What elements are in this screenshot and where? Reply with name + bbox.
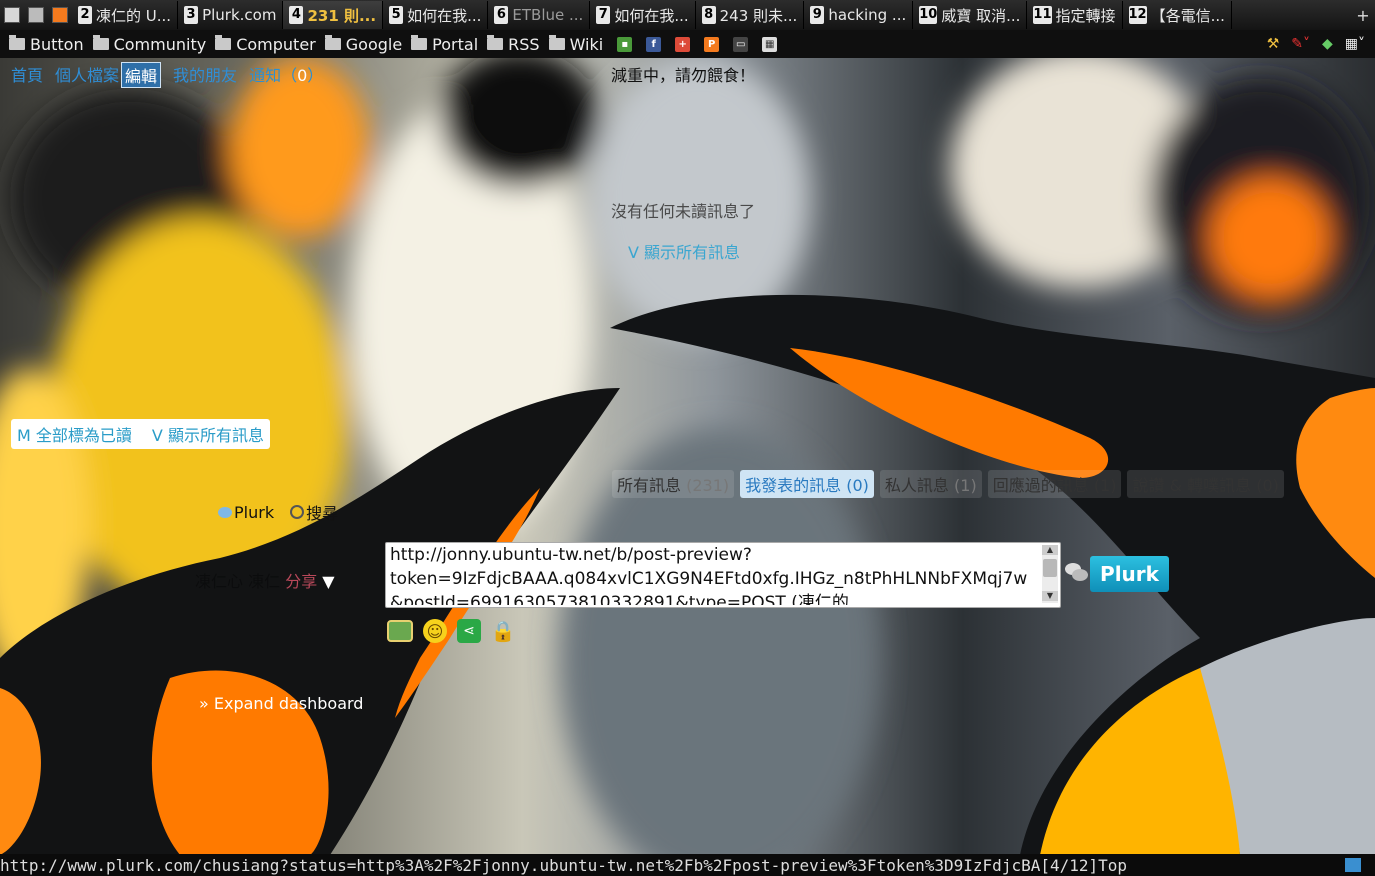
message-filter-tabs: 所有訊息 (231) 我發表的訊息 (0) 私人訊息 (1) 回應過的訊息 (1… bbox=[612, 470, 1284, 498]
status-indicator-icon bbox=[1345, 858, 1361, 872]
filter-responded[interactable]: 回應過的訊息 (1) bbox=[987, 470, 1122, 498]
tab-3-active[interactable]: 4 231 則... bbox=[283, 1, 384, 29]
plurk-tab[interactable]: Plurk bbox=[218, 500, 274, 524]
filter-all[interactable]: 所有訊息 (231) bbox=[612, 470, 735, 498]
tab-1[interactable]: 2 凍仁的 U... bbox=[72, 1, 179, 29]
folder-icon bbox=[92, 35, 109, 50]
textarea-scrollbar[interactable]: ▲ ▼ bbox=[1042, 545, 1058, 603]
app-tab-icon[interactable] bbox=[0, 1, 24, 29]
tab-9[interactable]: 10 威寶 取消... bbox=[913, 1, 1028, 29]
filter-liked-replurked[interactable]: 說讚 & 轉噗訊息 (0) bbox=[1127, 470, 1284, 498]
menu-icon[interactable]: ▦˅ bbox=[1345, 36, 1365, 52]
top-navigation: 首頁 個人檔案 編輯 我的朋友 通知（0） bbox=[11, 62, 323, 88]
folder-icon bbox=[215, 35, 232, 50]
blank-tab-icon[interactable] bbox=[24, 1, 48, 29]
page-title: 減重中，請勿餵食！ bbox=[611, 66, 756, 85]
filter-my-plurks[interactable]: 我發表的訊息 (0) bbox=[740, 470, 874, 498]
search-tab[interactable]: 搜尋 bbox=[290, 500, 338, 524]
orange-tab-icon[interactable] bbox=[48, 1, 72, 29]
plurk-input-box: http://jonny.ubuntu-tw.net/b/post-previe… bbox=[385, 542, 1061, 608]
filter-private[interactable]: 私人訊息 (1) bbox=[879, 470, 982, 498]
show-all-link[interactable]: V 顯示所有訊息 bbox=[152, 422, 264, 446]
chevron-right-icon: » bbox=[199, 694, 209, 713]
tab-4[interactable]: 5 如何在我... bbox=[383, 1, 489, 29]
google-plus-icon[interactable]: + bbox=[675, 36, 691, 52]
expand-dashboard-link[interactable]: » Expand dashboard bbox=[199, 694, 363, 713]
tab-2[interactable]: 3 Plurk.com bbox=[178, 1, 284, 29]
plurk-search-tabs: Plurk 搜尋 bbox=[218, 500, 338, 524]
share-icon[interactable]: ⋖ bbox=[457, 619, 481, 643]
speech-bubble-icon bbox=[218, 506, 232, 518]
no-unread-message: 沒有任何未讀訊息了 bbox=[611, 202, 756, 221]
facebook-icon[interactable]: f bbox=[646, 36, 662, 52]
nav-notify-link[interactable]: 通知（0） bbox=[249, 62, 323, 88]
bookmark-folder-rss[interactable]: RSS bbox=[487, 35, 540, 54]
nav-edit-link[interactable]: 編輯 bbox=[121, 62, 162, 88]
new-tab-button[interactable]: + bbox=[1351, 6, 1375, 25]
folder-icon bbox=[324, 35, 341, 50]
bookmark-folder-wiki[interactable]: Wiki bbox=[548, 35, 603, 54]
status-url: http://www.plurk.com/chusiang?status=htt… bbox=[0, 855, 1128, 875]
tab-5[interactable]: 6 ETBlue ... bbox=[488, 1, 591, 29]
speech-bubbles-icon bbox=[1065, 563, 1088, 581]
image-upload-icon[interactable] bbox=[387, 620, 413, 642]
calendar-icon[interactable]: ▦ bbox=[762, 36, 778, 52]
bookmarks-bar: Button Community Computer Google Portal … bbox=[0, 30, 1375, 58]
tab-8[interactable]: 9 hacking ... bbox=[804, 1, 914, 29]
qualifier-label: 分享 bbox=[285, 572, 318, 591]
nav-friends-link[interactable]: 我的朋友 bbox=[173, 62, 237, 88]
extension-green-icon[interactable]: ◆ bbox=[1322, 36, 1333, 52]
folder-icon bbox=[9, 35, 25, 50]
composer-tools: ☺ ⋖ 🔒 bbox=[387, 619, 515, 643]
notify-count: 0 bbox=[297, 66, 308, 85]
bookmark-folder-computer[interactable]: Computer bbox=[215, 35, 316, 54]
folder-icon bbox=[487, 35, 504, 50]
chevron-down-icon: ▼ bbox=[322, 572, 335, 591]
bookmark-folder-community[interactable]: Community bbox=[92, 35, 206, 54]
plurk-bookmark-icon[interactable]: P bbox=[704, 36, 720, 52]
tab-6[interactable]: 7 如何在我... bbox=[590, 1, 696, 29]
browser-tab-bar: 2 凍仁的 U... 3 Plurk.com 4 231 則... 5 如何在我... … bbox=[0, 0, 1375, 31]
folder-icon bbox=[411, 35, 428, 50]
bookmark-folder-button[interactable]: Button bbox=[9, 35, 84, 54]
timeline-actions: M 全部標為已讀 V 顯示所有訊息 bbox=[11, 419, 270, 449]
nav-profile-link[interactable]: 個人檔案 bbox=[55, 62, 119, 88]
tab-11[interactable]: 12 【各電信... bbox=[1123, 1, 1232, 29]
qualifier-selector[interactable]: 凍仁心 凍仁 分享 ▼ bbox=[195, 568, 335, 592]
wrench-icon[interactable]: ⚒ bbox=[1267, 36, 1280, 52]
show-all-messages-link[interactable]: V 顯示所有訊息 bbox=[628, 239, 740, 263]
mark-all-read-link[interactable]: M 全部標為已讀 bbox=[17, 422, 132, 446]
nav-home-link[interactable]: 首頁 bbox=[11, 62, 43, 88]
plurk-submit-button[interactable]: Plurk bbox=[1090, 556, 1169, 592]
lock-icon[interactable]: 🔒 bbox=[491, 619, 516, 643]
tab-10[interactable]: 11 指定轉接 bbox=[1027, 1, 1123, 29]
background-penguins-image bbox=[0, 58, 1375, 855]
pdf-icon[interactable]: ✎˅ bbox=[1291, 36, 1310, 52]
emoticon-icon[interactable]: ☺ bbox=[423, 619, 447, 643]
search-icon bbox=[290, 505, 305, 519]
plurk-textarea[interactable]: http://jonny.ubuntu-tw.net/b/post-previe… bbox=[390, 543, 1038, 605]
folder-icon bbox=[548, 35, 565, 50]
bookmark-folder-google[interactable]: Google bbox=[324, 35, 402, 54]
terminal-icon[interactable]: ▭ bbox=[733, 36, 749, 52]
bookmark-green-icon[interactable]: ▪ bbox=[617, 36, 633, 52]
status-bar: http://www.plurk.com/chusiang?status=htt… bbox=[0, 854, 1375, 876]
tab-7[interactable]: 8 243 則未... bbox=[696, 1, 805, 29]
bookmark-folder-portal[interactable]: Portal bbox=[411, 35, 478, 54]
